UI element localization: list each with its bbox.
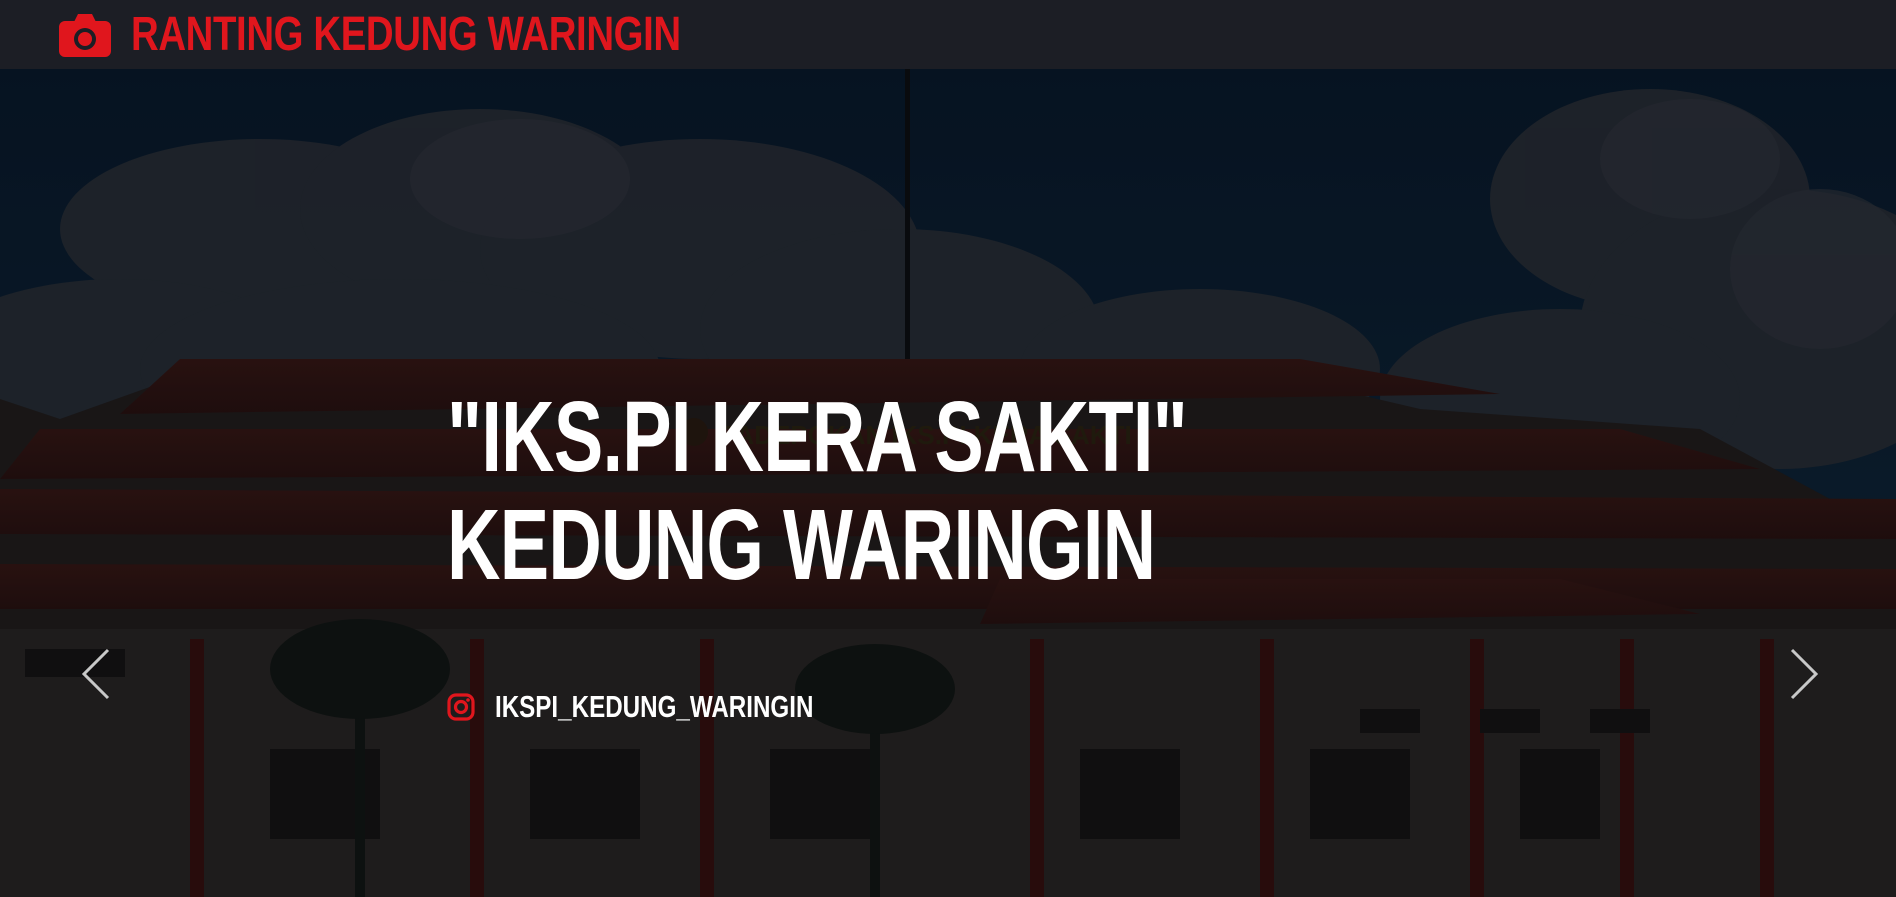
instagram-icon [447, 692, 475, 721]
instagram-handle: IKSPI_KEDUNG_WARINGIN [495, 689, 814, 724]
carousel-prev-button[interactable] [66, 639, 126, 709]
hero-title-line-1: "IKS.PI KERA SAKTI" [447, 381, 1188, 493]
brand-link[interactable]: RANTING KEDUNG WARINGIN [59, 7, 818, 61]
camera-icon [59, 13, 111, 57]
chevron-left-icon [81, 648, 110, 700]
instagram-link[interactable]: IKSPI_KEDUNG_WARINGIN [447, 691, 903, 722]
hero-title: "IKS.PI KERA SAKTI" KEDUNG WARINGIN [447, 381, 1188, 601]
navbar: RANTING KEDUNG WARINGIN [0, 0, 1896, 69]
chevron-right-icon [1790, 648, 1819, 700]
hero-title-line-2: KEDUNG WARINGIN [447, 489, 1156, 601]
hero-content: "IKS.PI KERA SAKTI" KEDUNG WARINGIN [447, 383, 1347, 599]
carousel-next-button[interactable] [1774, 639, 1834, 709]
brand-title: RANTING KEDUNG WARINGIN [131, 7, 681, 61]
